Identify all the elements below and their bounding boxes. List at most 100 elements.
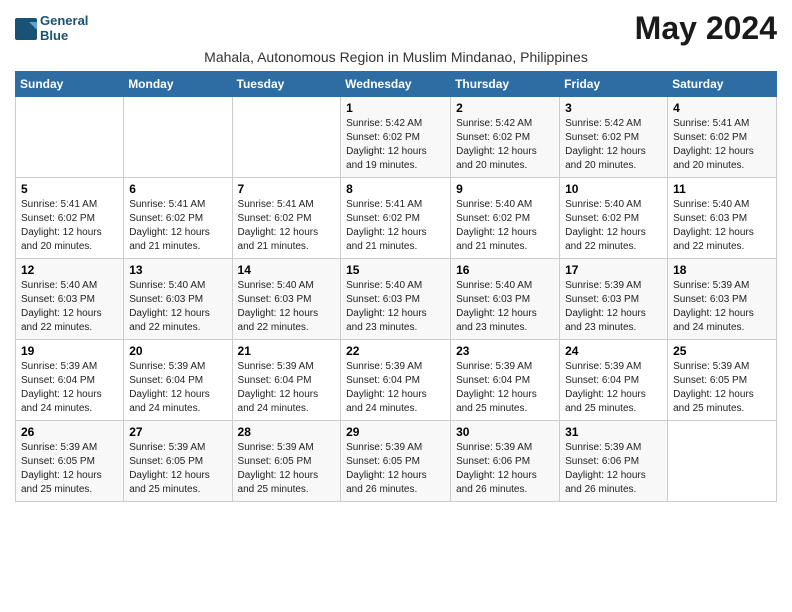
day-number: 29 (346, 425, 445, 439)
day-number: 28 (238, 425, 336, 439)
day-number: 20 (129, 344, 226, 358)
day-info: Sunrise: 5:39 AM Sunset: 6:04 PM Dayligh… (346, 360, 445, 416)
day-number: 7 (238, 182, 336, 196)
day-info: Sunrise: 5:40 AM Sunset: 6:03 PM Dayligh… (346, 279, 445, 335)
week-row-3: 12Sunrise: 5:40 AM Sunset: 6:03 PM Dayli… (16, 259, 777, 340)
day-number: 23 (456, 344, 554, 358)
day-info: Sunrise: 5:39 AM Sunset: 6:06 PM Dayligh… (456, 441, 554, 497)
day-info: Sunrise: 5:40 AM Sunset: 6:03 PM Dayligh… (456, 279, 554, 335)
day-number: 9 (456, 182, 554, 196)
calendar-cell: 8 Sunrise: 5:41 AM Sunset: 6:02 PM Daylig… (341, 178, 451, 259)
day-number: 11 (673, 182, 771, 196)
day-info: Sunrise: 5:40 AM Sunset: 6:03 PM Dayligh… (21, 279, 118, 335)
day-number: 10 (565, 182, 662, 196)
calendar-cell: 7 Sunrise: 5:41 AM Sunset: 6:02 PM Daylig… (232, 178, 341, 259)
day-info: Sunrise: 5:41 AM Sunset: 6:02 PM Dayligh… (129, 198, 226, 254)
week-row-2: 5Sunrise: 5:41 AM Sunset: 6:02 PM Daylig… (16, 178, 777, 259)
calendar-cell: 13 Sunrise: 5:40 AM Sunset: 6:03 PM Dayli… (124, 259, 232, 340)
calendar-cell: 3 Sunrise: 5:42 AM Sunset: 6:02 PM Daylig… (560, 97, 668, 178)
day-info: Sunrise: 5:41 AM Sunset: 6:02 PM Dayligh… (673, 117, 771, 173)
day-info: Sunrise: 5:41 AM Sunset: 6:02 PM Dayligh… (346, 198, 445, 254)
calendar-cell: 6 Sunrise: 5:41 AM Sunset: 6:02 PM Daylig… (124, 178, 232, 259)
col-header-friday: Friday (560, 72, 668, 97)
day-number: 21 (238, 344, 336, 358)
day-number: 26 (21, 425, 118, 439)
calendar-cell: 11 Sunrise: 5:40 AM Sunset: 6:03 PM Dayli… (668, 178, 777, 259)
logo: General Blue (15, 14, 88, 43)
day-number: 13 (129, 263, 226, 277)
day-number: 31 (565, 425, 662, 439)
subtitle: Mahala, Autonomous Region in Muslim Mind… (15, 49, 777, 65)
calendar-cell: 17 Sunrise: 5:39 AM Sunset: 6:03 PM Dayli… (560, 259, 668, 340)
calendar-cell: 29 Sunrise: 5:39 AM Sunset: 6:05 PM Dayli… (341, 421, 451, 502)
day-info: Sunrise: 5:41 AM Sunset: 6:02 PM Dayligh… (21, 198, 118, 254)
day-info: Sunrise: 5:39 AM Sunset: 6:04 PM Dayligh… (21, 360, 118, 416)
day-info: Sunrise: 5:39 AM Sunset: 6:04 PM Dayligh… (456, 360, 554, 416)
calendar-cell: 28Sunrise: 5:39 AM Sunset: 6:05 PM Dayli… (232, 421, 341, 502)
day-number: 14 (238, 263, 336, 277)
calendar-cell: 9 Sunrise: 5:40 AM Sunset: 6:02 PM Daylig… (451, 178, 560, 259)
calendar-cell: 1Sunrise: 5:42 AM Sunset: 6:02 PM Daylig… (341, 97, 451, 178)
calendar-cell: 19Sunrise: 5:39 AM Sunset: 6:04 PM Dayli… (16, 340, 124, 421)
calendar-cell: 15 Sunrise: 5:40 AM Sunset: 6:03 PM Dayli… (341, 259, 451, 340)
day-info: Sunrise: 5:40 AM Sunset: 6:03 PM Dayligh… (673, 198, 771, 254)
day-number: 18 (673, 263, 771, 277)
day-number: 2 (456, 101, 554, 115)
day-info: Sunrise: 5:42 AM Sunset: 6:02 PM Dayligh… (565, 117, 662, 173)
day-number: 22 (346, 344, 445, 358)
day-number: 3 (565, 101, 662, 115)
calendar-cell: 26 Sunrise: 5:39 AM Sunset: 6:05 PM Dayli… (16, 421, 124, 502)
day-number: 6 (129, 182, 226, 196)
day-info: Sunrise: 5:40 AM Sunset: 6:03 PM Dayligh… (238, 279, 336, 335)
calendar-cell: 5Sunrise: 5:41 AM Sunset: 6:02 PM Daylig… (16, 178, 124, 259)
calendar-cell: 10 Sunrise: 5:40 AM Sunset: 6:02 PM Dayli… (560, 178, 668, 259)
calendar-cell (668, 421, 777, 502)
day-info: Sunrise: 5:39 AM Sunset: 6:04 PM Dayligh… (238, 360, 336, 416)
calendar-cell: 18 Sunrise: 5:39 AM Sunset: 6:03 PM Dayli… (668, 259, 777, 340)
day-info: Sunrise: 5:39 AM Sunset: 6:05 PM Dayligh… (673, 360, 771, 416)
col-header-monday: Monday (124, 72, 232, 97)
day-info: Sunrise: 5:42 AM Sunset: 6:02 PM Dayligh… (346, 117, 445, 173)
week-row-4: 19Sunrise: 5:39 AM Sunset: 6:04 PM Dayli… (16, 340, 777, 421)
day-info: Sunrise: 5:40 AM Sunset: 6:03 PM Dayligh… (129, 279, 226, 335)
calendar-cell (232, 97, 341, 178)
day-info: Sunrise: 5:40 AM Sunset: 6:02 PM Dayligh… (456, 198, 554, 254)
day-number: 17 (565, 263, 662, 277)
day-info: Sunrise: 5:39 AM Sunset: 6:05 PM Dayligh… (129, 441, 226, 497)
day-number: 25 (673, 344, 771, 358)
day-info: Sunrise: 5:39 AM Sunset: 6:05 PM Dayligh… (346, 441, 445, 497)
calendar-cell: 14 Sunrise: 5:40 AM Sunset: 6:03 PM Dayli… (232, 259, 341, 340)
page-title: May 2024 (635, 10, 777, 47)
day-info: Sunrise: 5:41 AM Sunset: 6:02 PM Dayligh… (238, 198, 336, 254)
calendar-cell: 12Sunrise: 5:40 AM Sunset: 6:03 PM Dayli… (16, 259, 124, 340)
calendar-cell: 31 Sunrise: 5:39 AM Sunset: 6:06 PM Dayli… (560, 421, 668, 502)
calendar-cell: 21 Sunrise: 5:39 AM Sunset: 6:04 PM Dayli… (232, 340, 341, 421)
day-number: 30 (456, 425, 554, 439)
calendar-cell: 24Sunrise: 5:39 AM Sunset: 6:04 PM Dayli… (560, 340, 668, 421)
calendar-cell: 2Sunrise: 5:42 AM Sunset: 6:02 PM Daylig… (451, 97, 560, 178)
day-info: Sunrise: 5:39 AM Sunset: 6:05 PM Dayligh… (21, 441, 118, 497)
calendar-cell: 25 Sunrise: 5:39 AM Sunset: 6:05 PM Dayli… (668, 340, 777, 421)
col-header-sunday: Sunday (16, 72, 124, 97)
day-number: 8 (346, 182, 445, 196)
col-header-thursday: Thursday (451, 72, 560, 97)
calendar-cell (124, 97, 232, 178)
calendar-cell: 22 Sunrise: 5:39 AM Sunset: 6:04 PM Dayli… (341, 340, 451, 421)
day-info: Sunrise: 5:39 AM Sunset: 6:06 PM Dayligh… (565, 441, 662, 497)
col-header-tuesday: Tuesday (232, 72, 341, 97)
day-number: 16 (456, 263, 554, 277)
calendar-table: SundayMondayTuesdayWednesdayThursdayFrid… (15, 71, 777, 502)
day-info: Sunrise: 5:39 AM Sunset: 6:03 PM Dayligh… (565, 279, 662, 335)
calendar-cell (16, 97, 124, 178)
week-row-1: 1Sunrise: 5:42 AM Sunset: 6:02 PM Daylig… (16, 97, 777, 178)
day-info: Sunrise: 5:39 AM Sunset: 6:04 PM Dayligh… (565, 360, 662, 416)
calendar-cell: 16 Sunrise: 5:40 AM Sunset: 6:03 PM Dayli… (451, 259, 560, 340)
calendar-cell: 30 Sunrise: 5:39 AM Sunset: 6:06 PM Dayli… (451, 421, 560, 502)
day-info: Sunrise: 5:39 AM Sunset: 6:04 PM Dayligh… (129, 360, 226, 416)
col-header-wednesday: Wednesday (341, 72, 451, 97)
day-info: Sunrise: 5:40 AM Sunset: 6:02 PM Dayligh… (565, 198, 662, 254)
day-number: 15 (346, 263, 445, 277)
col-header-saturday: Saturday (668, 72, 777, 97)
day-info: Sunrise: 5:39 AM Sunset: 6:03 PM Dayligh… (673, 279, 771, 335)
day-number: 4 (673, 101, 771, 115)
